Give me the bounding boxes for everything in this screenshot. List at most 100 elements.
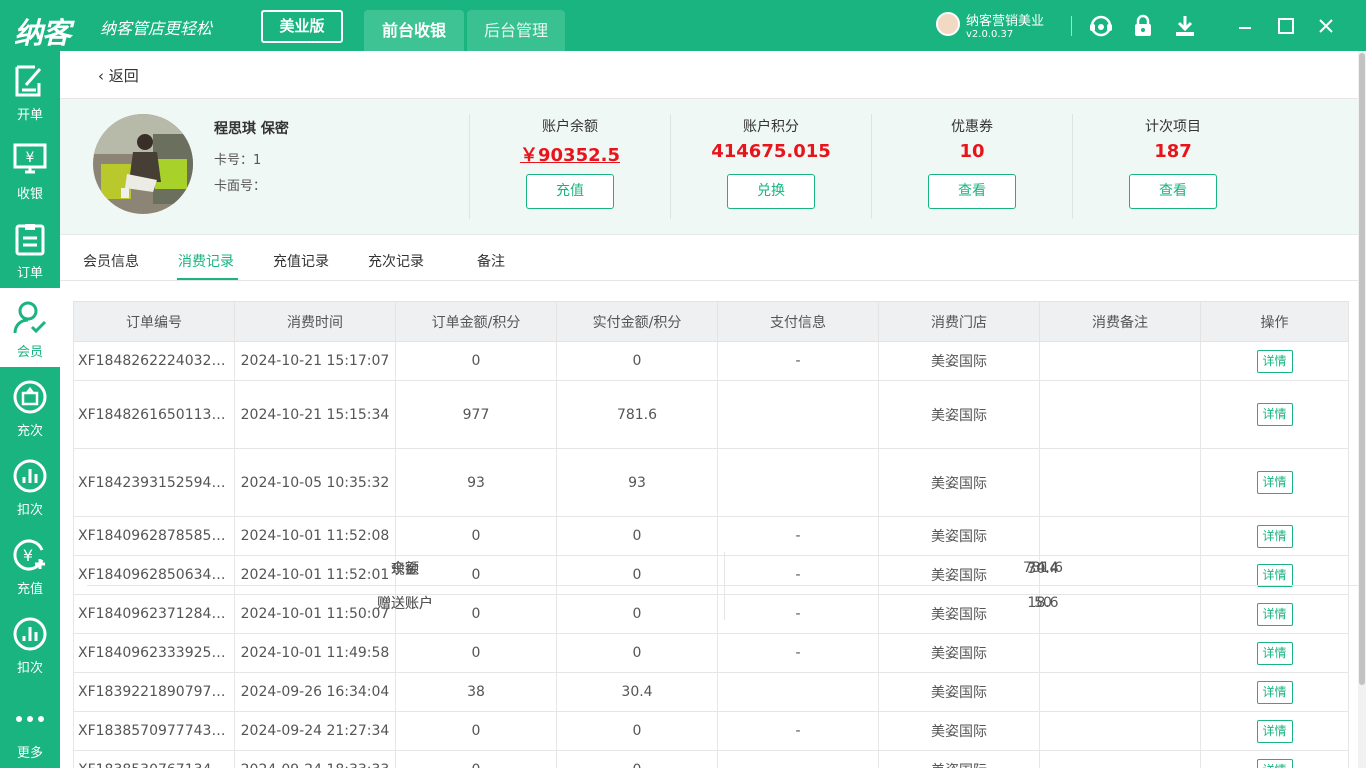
pay-info: - [717, 516, 879, 556]
order-amount: 0 [395, 341, 557, 381]
order-time: 2024-10-05 10:35:32 [234, 448, 396, 517]
stat-coupons-value: 10 [959, 141, 985, 162]
title-bar: 纳客 纳客管店更轻松 美业版 前台收银 后台管理 纳客营销美业 v2.0.0.3… [0, 0, 1366, 51]
order-amount: 0 [395, 711, 557, 751]
store: 美姿国际 [878, 633, 1040, 673]
nav-back-office[interactable]: 后台管理 [467, 10, 565, 51]
remark [1039, 633, 1201, 673]
col-header: 消费时间 [234, 301, 396, 342]
pay-value: 18.6 [724, 585, 1362, 620]
consumption-table: 订单编号 消费时间 订单金额/积分 实付金额/积分 支付信息 消费门店 消费备注… [73, 301, 1362, 768]
sidebar-item-deduct[interactable]: 扣次 [0, 604, 60, 683]
sidebar-item-cashier[interactable]: ¥ 收银 [0, 130, 60, 209]
user-avatar[interactable] [936, 12, 960, 36]
exchange-button[interactable]: 兑换 [727, 174, 815, 209]
actions-cell: 详情 [1200, 750, 1349, 768]
deduct-times-icon [13, 459, 47, 493]
back-label: 返回 [108, 67, 139, 85]
main-content: ‹ 返回 程思琪 保密 卡号：1 卡面号： 账户余额 ￥90352.5 充值 账… [60, 51, 1362, 768]
col-header: 消费门店 [878, 301, 1040, 342]
recharge-times-icon [13, 380, 47, 414]
table-row: XF1840962333925572... 2024-10-01 11:49:5… [73, 633, 1349, 673]
tab-notes[interactable]: 备注 [477, 251, 505, 271]
stat-title: 优惠券 [951, 119, 993, 135]
stat-title: 账户余额 [542, 119, 598, 135]
remark [1039, 750, 1201, 768]
stat-balance: 账户余额 ￥90352.5 充值 [470, 113, 670, 219]
nav-front-cashier[interactable]: 前台收银 [364, 10, 464, 51]
vertical-scrollbar[interactable] [1358, 51, 1366, 768]
back-bar: ‹ 返回 [60, 51, 1358, 99]
detail-button[interactable]: 详情 [1256, 403, 1293, 426]
sidebar-item-label: 订单 [16, 266, 43, 281]
actions-cell: 详情 [1200, 448, 1349, 517]
table-row: XF1842393152594509... 2024-10-05 10:35:3… [73, 448, 1362, 620]
svg-text:¥: ¥ [23, 546, 33, 565]
close-icon[interactable] [1313, 13, 1339, 39]
sidebar-item-open-bill[interactable]: 开单 [0, 51, 60, 130]
remark [1039, 341, 1201, 381]
download-icon[interactable] [1172, 13, 1198, 39]
detail-button[interactable]: 详情 [1256, 641, 1293, 665]
customer-service-icon[interactable] [1088, 13, 1114, 39]
detail-button[interactable]: 详情 [1256, 471, 1293, 494]
view-count-items-button[interactable]: 查看 [1129, 174, 1217, 209]
stat-count-items-value: 187 [1154, 141, 1192, 162]
stat-title: 计次项目 [1145, 119, 1201, 135]
detail-button[interactable]: 详情 [1256, 758, 1293, 768]
col-header: 实付金额/积分 [556, 301, 718, 342]
back-button[interactable]: ‹ 返回 [98, 65, 139, 86]
member-avatar[interactable] [93, 114, 193, 214]
table-row: XF1838530767134945... 2024-09-24 18:33:3… [73, 750, 1349, 768]
order-number: XF1838530767134945... [73, 750, 235, 768]
order-amount: 0 [395, 750, 557, 768]
order-number: XF1840962878585307... [73, 516, 235, 556]
col-header: 操作 [1200, 301, 1349, 342]
sidebar-item-recharge[interactable]: ¥ 充值 [0, 525, 60, 604]
order-amount: 0 [395, 516, 557, 556]
store: 美姿国际 [878, 516, 1040, 556]
order-time: 2024-09-24 18:33:33 [234, 750, 396, 768]
member-card-face-number: 卡面号： [214, 179, 267, 194]
scrollbar-thumb[interactable] [1359, 53, 1365, 685]
sidebar-item-more[interactable]: 更多 [0, 689, 60, 768]
sidebar-item-deduct-times[interactable]: 扣次 [0, 446, 60, 525]
tab-recharge-times-records[interactable]: 充次记录 [368, 251, 424, 271]
recharge-button[interactable]: 充值 [526, 174, 614, 209]
stat-balance-value[interactable]: ￥90352.5 [470, 141, 670, 167]
edition-badge[interactable]: 美业版 [261, 10, 343, 43]
detail-button[interactable]: 详情 [1256, 524, 1293, 548]
minimize-icon[interactable] [1232, 13, 1258, 39]
cashier-monitor-icon: ¥ [13, 143, 47, 174]
detail-button[interactable]: 详情 [1256, 680, 1293, 704]
actions-cell: 详情 [1200, 341, 1349, 381]
sidebar-item-recharge-times[interactable]: 充次 [0, 367, 60, 446]
lock-icon[interactable] [1130, 13, 1156, 39]
tab-consumption-records[interactable]: 消费记录 [178, 251, 234, 271]
order-amount: 977 [395, 380, 557, 449]
detail-button[interactable]: 详情 [1256, 349, 1293, 373]
order-amount: 0 [395, 633, 557, 673]
detail-button[interactable]: 详情 [1256, 719, 1293, 743]
view-coupons-button[interactable]: 查看 [928, 174, 1016, 209]
order-number: XF1838570977743732... [73, 711, 235, 751]
pay-method: 赠送账户 [86, 585, 725, 620]
sidebar-item-member[interactable]: 会员 [0, 288, 60, 367]
table-header-row: 订单编号 消费时间 订单金额/积分 实付金额/积分 支付信息 消费门店 消费备注… [73, 301, 1349, 342]
pay-info: 余额 731.6 赠送账户 50 [86, 380, 1362, 620]
tab-recharge-records[interactable]: 充值记录 [273, 251, 329, 271]
maximize-icon[interactable] [1273, 13, 1299, 39]
sidebar-item-label: 充次 [16, 424, 43, 439]
store: 美姿国际 [878, 448, 1040, 517]
order-clipboard-icon [15, 224, 45, 256]
svg-text:¥: ¥ [26, 150, 35, 166]
member-card: 程思琪 保密 卡号：1 卡面号： 账户余额 ￥90352.5 充值 账户积分 4… [60, 99, 1358, 235]
pay-info: 现金 30.4 [86, 551, 1059, 712]
user-name[interactable]: 纳客营销美业 [966, 10, 1044, 29]
order-time: 2024-09-26 16:34:04 [234, 672, 396, 712]
pay-breakdown: 现金 30.4 [86, 551, 1362, 586]
sidebar-item-orders[interactable]: 订单 [0, 209, 60, 288]
pay-value: 30.4 [1027, 560, 1059, 577]
tab-member-info[interactable]: 会员信息 [83, 251, 139, 271]
app-version: v2.0.0.37 [966, 29, 1014, 40]
